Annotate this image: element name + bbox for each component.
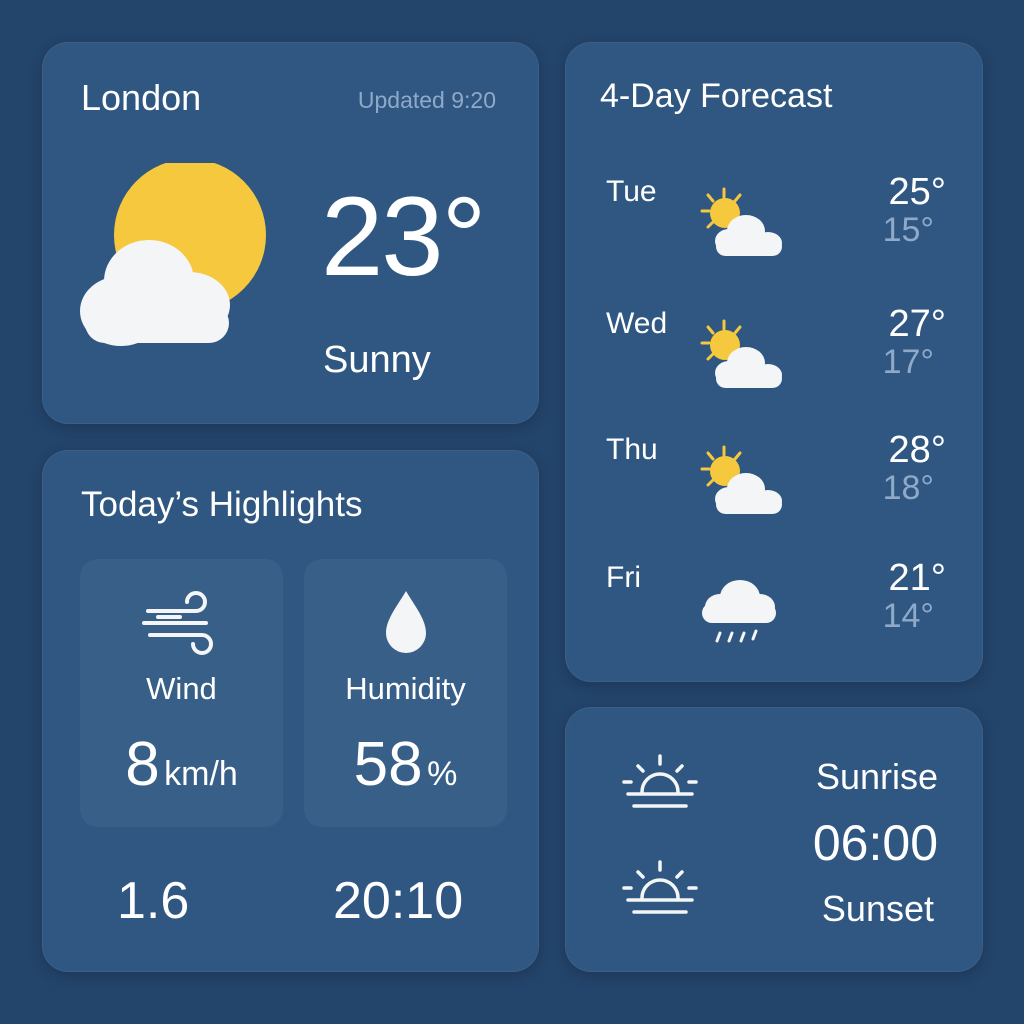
sunset-label: Sunset — [821, 888, 934, 929]
forecast-low: 18° — [882, 469, 934, 507]
updated-time: Updated 9:20 — [357, 87, 496, 113]
forecast-title: 4-Day Forecast — [600, 77, 833, 115]
forecast-row: Wed 27° 17° — [566, 303, 982, 427]
current-condition: Sunny — [323, 339, 431, 381]
partly-sunny-icon — [700, 319, 782, 388]
wind-speed: 8 — [125, 730, 160, 799]
forecast-day: Tue — [606, 175, 657, 208]
humidity-unit: % — [427, 755, 458, 793]
wind-unit: km/h — [164, 755, 238, 793]
forecast-low: 15° — [882, 211, 934, 249]
sunrise-label: Sunrise — [815, 756, 938, 797]
highlight-extra-time: 20:10 — [333, 872, 464, 930]
forecast-row: Thu 28° 18° — [566, 429, 982, 553]
sunrise-sunset-card: Sunrise 06:00 Sunset — [565, 707, 983, 972]
highlights-card: Today’s Highlights Wind 8 km/h Humidity … — [42, 450, 539, 972]
humidity-label: Humidity — [345, 671, 466, 706]
forecast-high: 28° — [888, 429, 946, 471]
partly-sunny-icon — [700, 187, 782, 256]
forecast-row: Fri 21° 14° — [566, 557, 982, 681]
wind-label: Wind — [146, 671, 217, 706]
sun-time: 06:00 — [812, 815, 938, 871]
forecast-low: 14° — [882, 597, 934, 635]
highlight-extra-value: 1.6 — [117, 872, 190, 930]
forecast-day: Thu — [606, 433, 658, 466]
forecast-day: Fri — [606, 561, 641, 594]
current-temperature: 23° — [321, 174, 486, 299]
humidity-number: 58 — [353, 730, 423, 799]
sunrise-icon — [622, 754, 698, 808]
forecast-high: 25° — [888, 171, 946, 213]
humidity-value: 58 % — [304, 729, 507, 800]
city-name: London — [81, 77, 202, 118]
forecast-high: 27° — [888, 303, 946, 345]
forecast-row: Tue 25° 15° — [566, 171, 982, 295]
forecast-card: 4-Day Forecast Tue 25° 15° Wed 27° 17° T… — [565, 42, 983, 682]
current-weather-card: London Updated 9:20 23° Sunny — [42, 42, 539, 424]
wind-icon — [141, 591, 213, 655]
forecast-day: Wed — [606, 307, 668, 340]
wind-tile: Wind 8 km/h — [80, 559, 283, 827]
droplet-icon — [385, 591, 426, 653]
sun-cloud-icon — [80, 163, 266, 346]
rain-cloud-icon — [702, 580, 776, 643]
sunset-icon — [622, 860, 698, 914]
forecast-low: 17° — [882, 343, 934, 381]
wind-value: 8 km/h — [80, 729, 283, 800]
forecast-high: 21° — [888, 557, 946, 599]
humidity-tile: Humidity 58 % — [304, 559, 507, 827]
highlights-title: Today’s Highlights — [81, 485, 363, 524]
partly-sunny-icon — [700, 445, 782, 514]
